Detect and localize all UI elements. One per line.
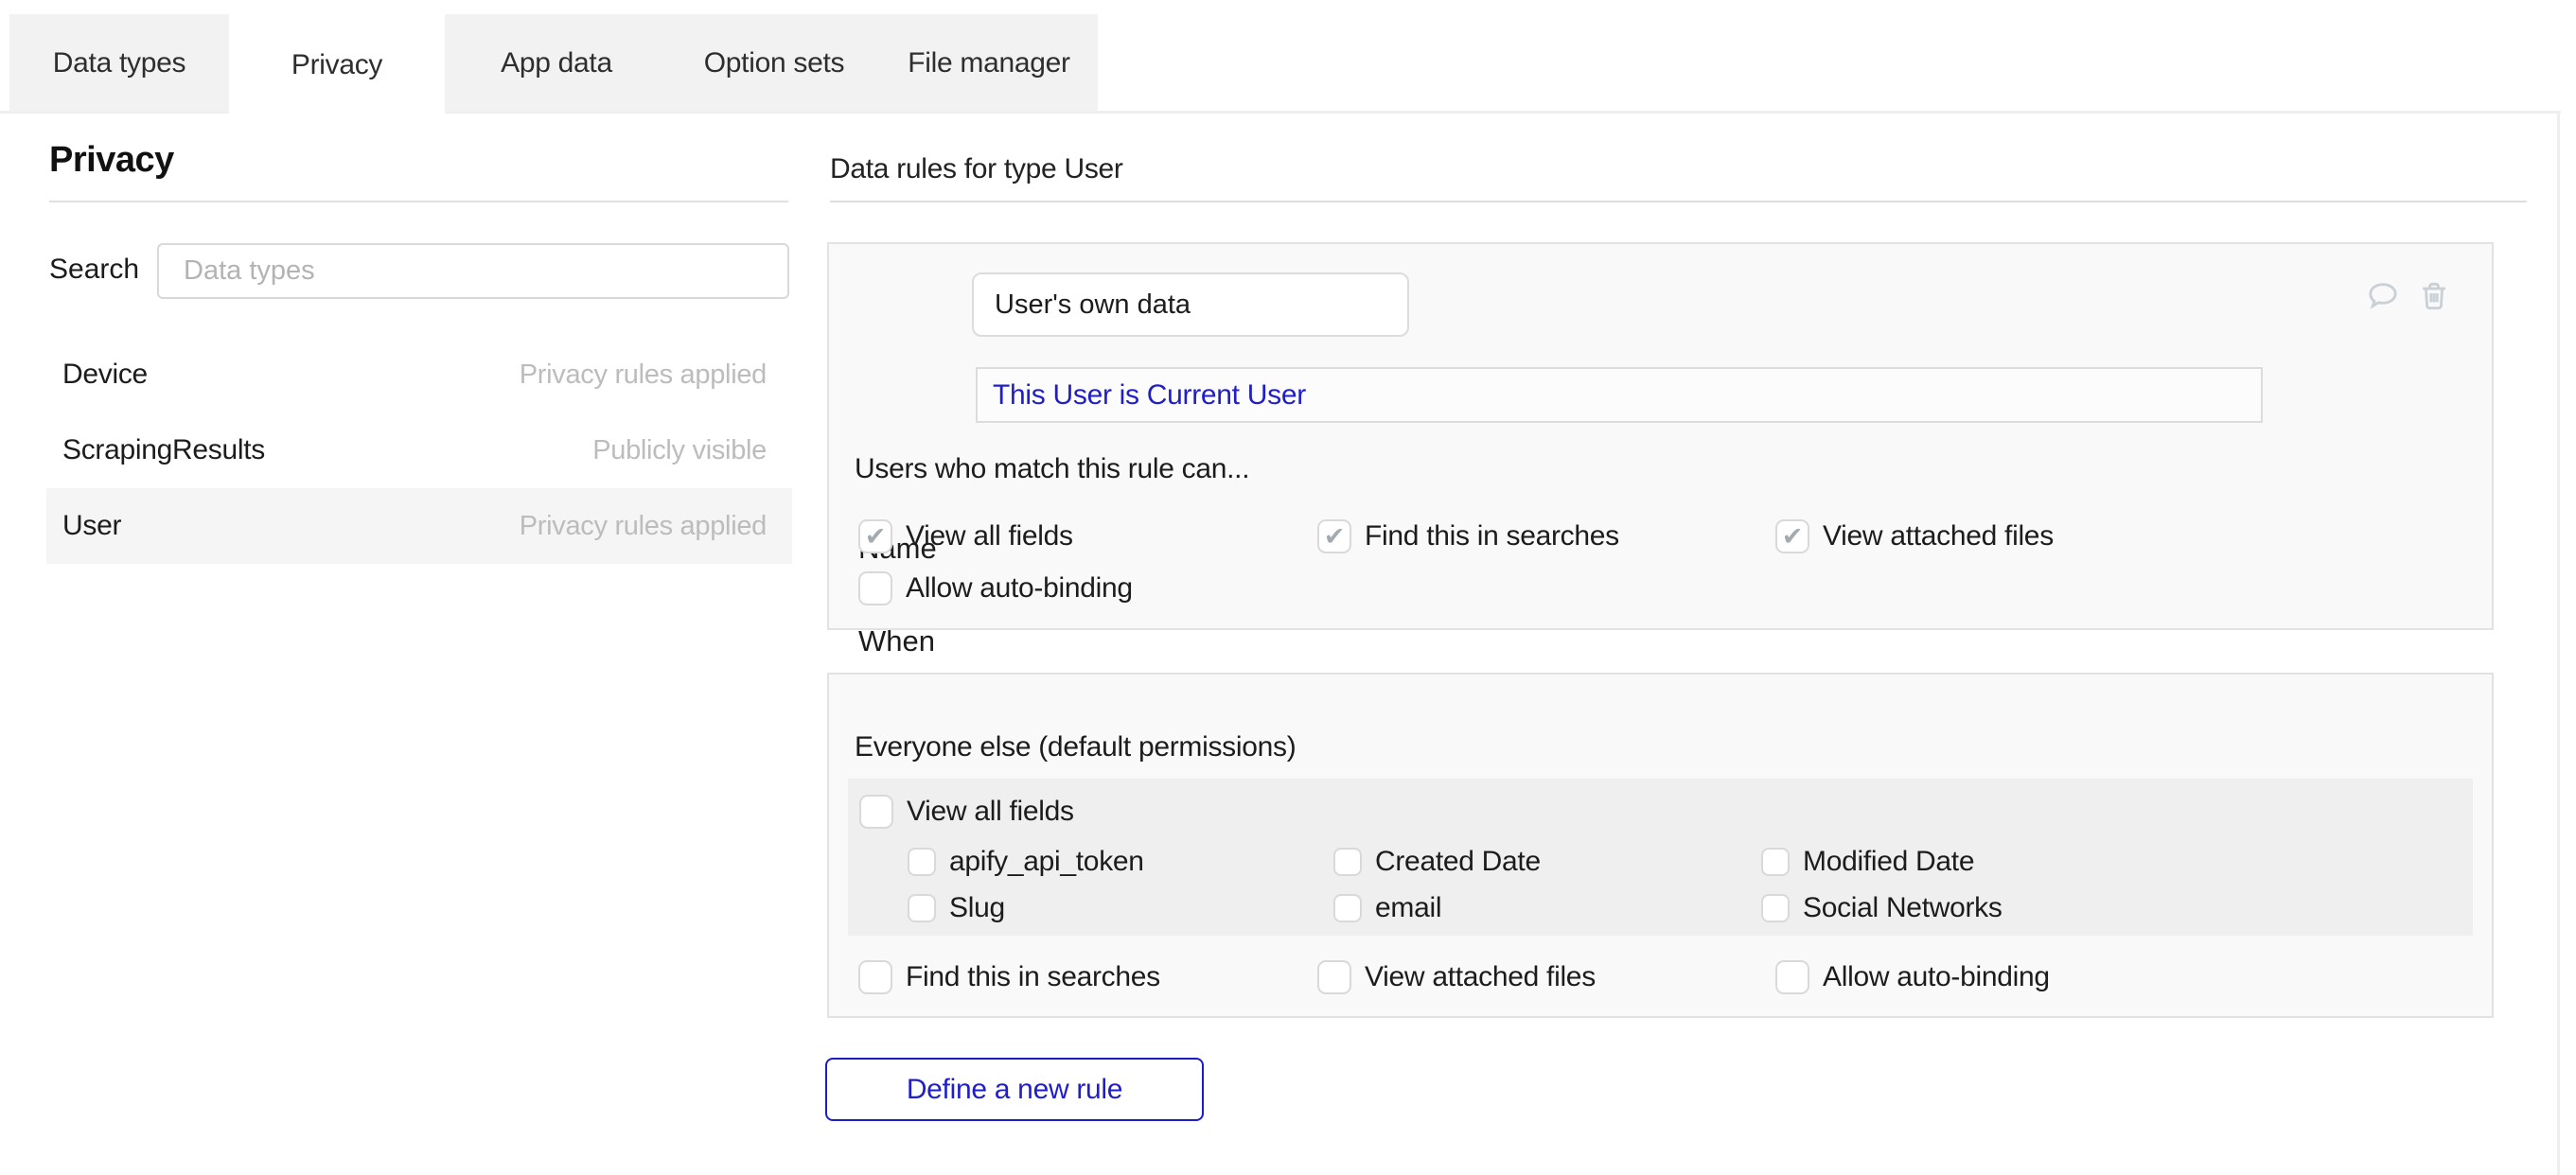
status-badge: Privacy rules applied — [520, 360, 767, 391]
checkbox-label: View all fields — [907, 796, 1074, 828]
tab-app-data[interactable]: App data — [445, 14, 668, 112]
delete-icon[interactable] — [2416, 278, 2452, 314]
default-card-title: Everyone else (default permissions) — [855, 731, 1296, 763]
list-item-device[interactable]: Device Privacy rules applied — [46, 337, 792, 412]
checkbox-label: View attached files — [1365, 961, 1596, 993]
checkbox-label: Find this in searches — [1365, 520, 1619, 552]
checkbox-field-slug[interactable]: Slug — [908, 892, 1005, 924]
checkbox-label: Allow auto-binding — [906, 572, 1133, 605]
search-label: Search — [49, 254, 139, 286]
checkbox-unchecked — [859, 795, 893, 829]
checkbox-label: View attached files — [1823, 520, 2054, 552]
data-type-name: ScrapingResults — [62, 434, 265, 466]
checkbox-field-created-date[interactable]: Created Date — [1333, 846, 1541, 878]
when-condition-box[interactable]: This User is Current User — [976, 367, 2263, 423]
checkbox-label: View all fields — [906, 520, 1073, 552]
checkbox-label: Allow auto-binding — [1823, 961, 2050, 993]
comment-icon[interactable] — [2365, 278, 2401, 314]
checkbox-unchecked — [858, 960, 892, 994]
checkbox-label: Social Networks — [1803, 892, 2003, 924]
checkbox-unchecked — [1333, 848, 1362, 876]
checkbox-unchecked — [1775, 960, 1809, 994]
checkbox-unchecked — [908, 894, 936, 922]
data-type-name: User — [62, 510, 121, 542]
tab-bar: Data types Privacy App data Option sets … — [9, 14, 1098, 112]
tab-file-manager[interactable]: File manager — [880, 14, 1098, 112]
tab-option-sets[interactable]: Option sets — [668, 14, 880, 112]
checkbox-view-all-fields[interactable]: ✔ View all fields — [858, 519, 1073, 553]
checkbox-allow-auto-binding-default[interactable]: Allow auto-binding — [1775, 960, 2050, 994]
page-title: Privacy — [49, 140, 174, 181]
checkbox-view-all-fields-default[interactable]: View all fields — [859, 795, 1074, 829]
list-item-user[interactable]: User Privacy rules applied — [46, 488, 792, 564]
data-rules-heading: Data rules for type User — [830, 153, 1123, 185]
list-item-scrapingresults[interactable]: ScrapingResults Publicly visible — [46, 412, 792, 488]
define-new-rule-button[interactable]: Define a new rule — [825, 1058, 1204, 1121]
check-icon: ✔ — [1782, 524, 1804, 550]
when-condition-link[interactable]: This User is Current User — [993, 379, 1306, 412]
fields-panel: View all fields apify_api_token Created … — [848, 779, 2473, 936]
checkbox-allow-auto-binding[interactable]: Allow auto-binding — [858, 571, 1133, 605]
checkbox-view-attached-files-default[interactable]: View attached files — [1317, 960, 1596, 994]
tab-privacy[interactable]: Privacy — [229, 14, 445, 116]
checkbox-unchecked — [858, 571, 892, 605]
check-icon: ✔ — [1324, 524, 1346, 550]
status-badge: Privacy rules applied — [520, 511, 767, 542]
checkbox-field-email[interactable]: email — [1333, 892, 1441, 924]
status-badge: Publicly visible — [592, 435, 767, 466]
checkbox-find-in-searches[interactable]: ✔ Find this in searches — [1317, 519, 1619, 553]
checkbox-find-in-searches-default[interactable]: Find this in searches — [858, 960, 1160, 994]
checkbox-unchecked — [1317, 960, 1351, 994]
rule-actions — [2365, 278, 2452, 314]
sidebar-divider — [49, 201, 788, 202]
checkbox-label: Find this in searches — [906, 961, 1160, 993]
checkbox-checked: ✔ — [1775, 519, 1809, 553]
checkbox-checked: ✔ — [1317, 519, 1351, 553]
check-icon: ✔ — [865, 524, 887, 550]
checkbox-field-apify-api-token[interactable]: apify_api_token — [908, 846, 1144, 878]
data-type-list: Device Privacy rules applied ScrapingRes… — [46, 337, 792, 564]
rule-card: Name When This User is Current User User… — [827, 242, 2494, 630]
checkbox-checked: ✔ — [858, 519, 892, 553]
checkbox-label: Created Date — [1375, 846, 1541, 878]
checkbox-view-attached-files[interactable]: ✔ View attached files — [1775, 519, 2054, 553]
rule-name-input[interactable] — [972, 272, 1409, 337]
main-divider — [830, 201, 2527, 202]
content-right-divider — [2557, 111, 2560, 1175]
rule-prompt-text: Users who match this rule can... — [855, 453, 1249, 485]
checkbox-label: Slug — [949, 892, 1005, 924]
checkbox-unchecked — [1761, 848, 1790, 876]
checkbox-label: apify_api_token — [949, 846, 1144, 878]
data-type-name: Device — [62, 359, 148, 391]
checkbox-unchecked — [1333, 894, 1362, 922]
checkbox-unchecked — [908, 848, 936, 876]
checkbox-unchecked — [1761, 894, 1790, 922]
when-label: When — [858, 624, 935, 658]
tab-data-types[interactable]: Data types — [9, 14, 229, 112]
checkbox-label: Modified Date — [1803, 846, 1974, 878]
checkbox-label: email — [1375, 892, 1441, 924]
checkbox-field-social-networks[interactable]: Social Networks — [1761, 892, 2003, 924]
default-permissions-card: Everyone else (default permissions) View… — [827, 673, 2494, 1018]
search-input[interactable] — [157, 243, 789, 299]
checkbox-field-modified-date[interactable]: Modified Date — [1761, 846, 1974, 878]
